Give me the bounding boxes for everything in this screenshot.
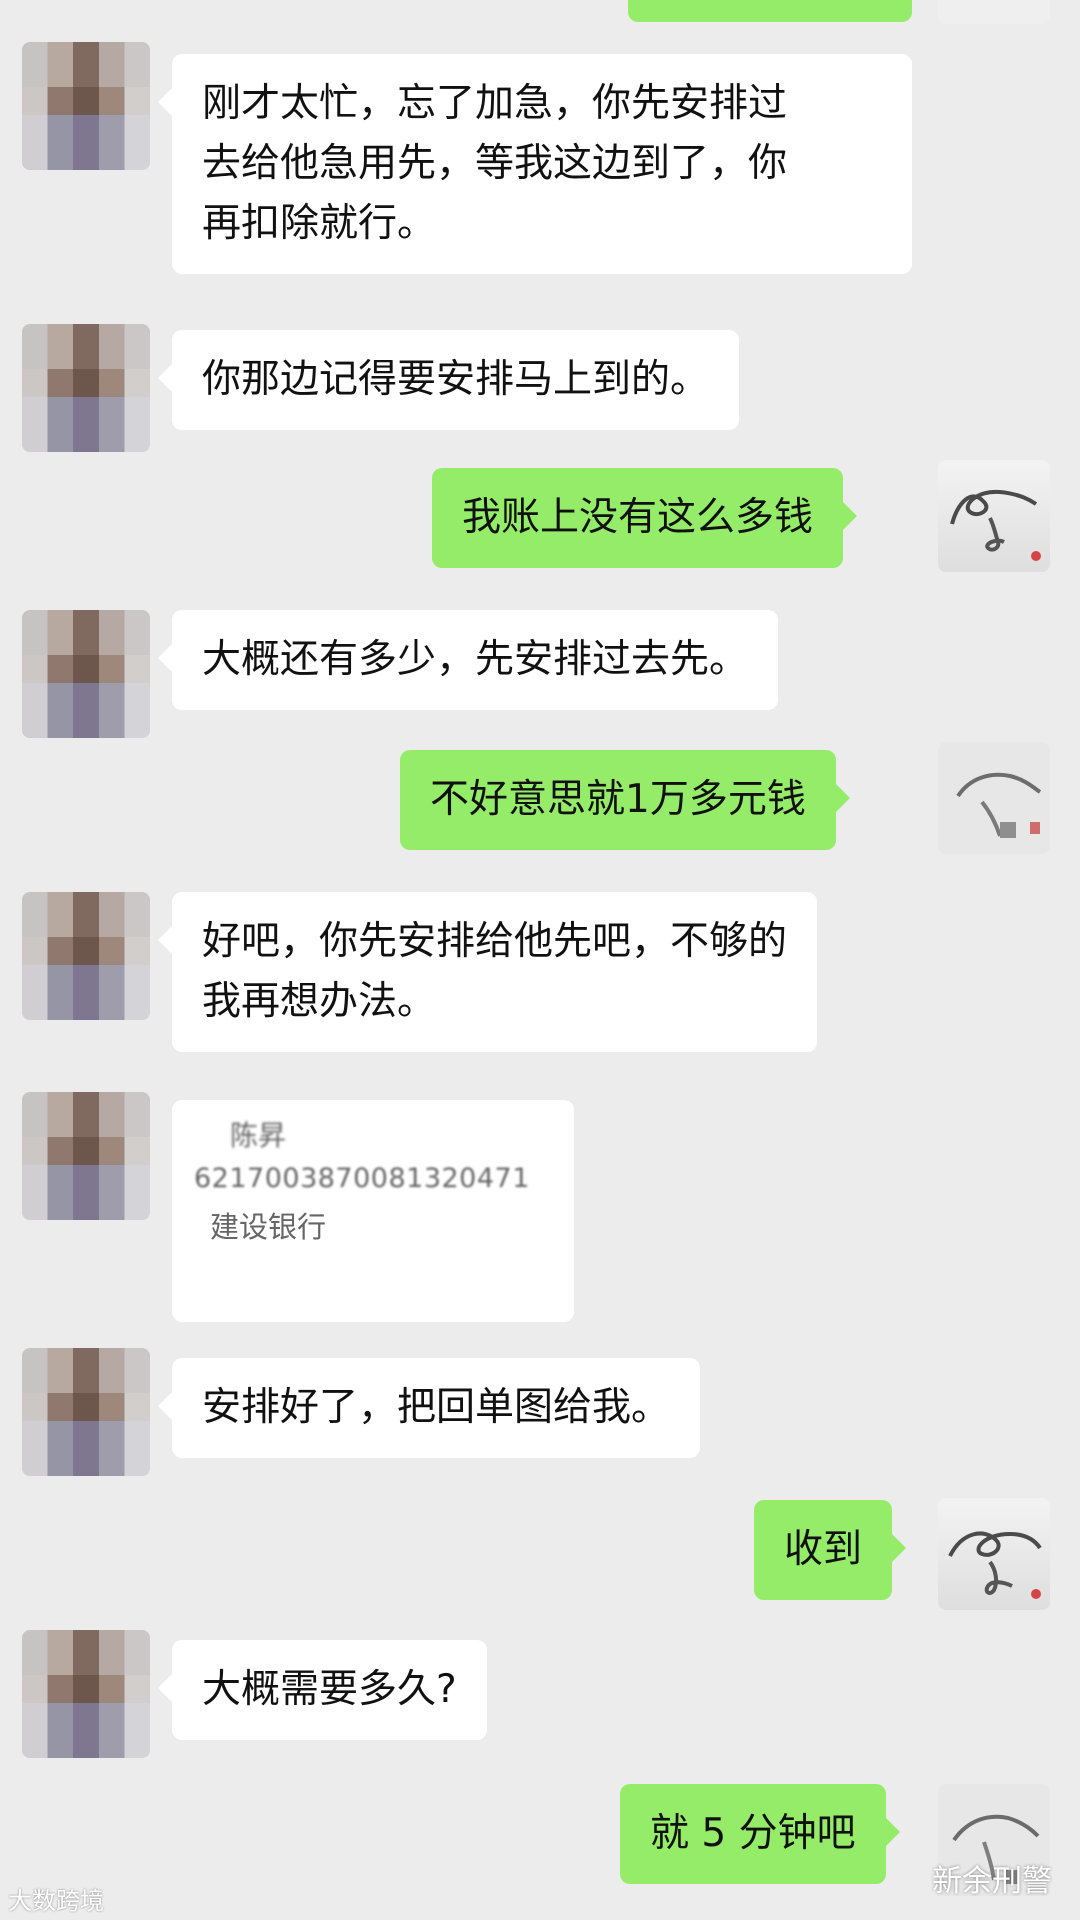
bank-card-message[interactable]: 陈昇 6217003870081320471 建设银行: [172, 1100, 574, 1322]
previous-message-bubble-fragment: [628, 0, 912, 22]
message-bubble-outgoing[interactable]: 不好意思就1万多元钱: [400, 750, 850, 850]
message-bubble-incoming[interactable]: 安排好了，把回单图给我。: [157, 1358, 701, 1458]
contact-avatar[interactable]: [22, 892, 150, 1020]
message-bubble-incoming[interactable]: 你那边记得要安排马上到的。: [157, 330, 740, 430]
contact-avatar[interactable]: [22, 42, 150, 170]
watermark-left: 大数跨境: [8, 1887, 104, 1915]
message-bubble-incoming[interactable]: 大概还有多少，先安排过去先。: [157, 610, 779, 710]
message-bubble-incoming[interactable]: 好吧，你先安排给他先吧，不够的 我再想办法。: [157, 892, 818, 1052]
contact-avatar[interactable]: [22, 610, 150, 738]
chat-screen: 刚才太忙，忘了加急，你先安排过 去给他急用先，等我这边到了，你 再扣除就行。 你…: [0, 0, 1080, 1920]
user-avatar[interactable]: [938, 742, 1050, 854]
signature-icon: [950, 489, 1041, 561]
message-bubble-incoming[interactable]: 刚才太忙，忘了加急，你先安排过 去给他急用先，等我这边到了，你 再扣除就行。: [158, 54, 912, 274]
signature-icon: [948, 1531, 1042, 1599]
contact-avatar[interactable]: [22, 1348, 150, 1476]
card-holder-name: 陈昇: [230, 1119, 287, 1152]
signature-icon: [938, 742, 1050, 854]
contact-avatar[interactable]: [22, 1092, 150, 1220]
message-bubble-outgoing[interactable]: 我账上没有这么多钱: [432, 468, 858, 568]
card-bank-name: 建设银行: [210, 1210, 327, 1244]
previous-avatar-fragment: [938, 0, 1050, 24]
message-bubble-incoming[interactable]: 大概需要多久?: [158, 1640, 487, 1740]
card-account-number: 6217003870081320471: [194, 1163, 530, 1194]
contact-avatar[interactable]: [22, 324, 150, 452]
user-avatar[interactable]: [938, 1498, 1050, 1610]
user-avatar[interactable]: [938, 460, 1050, 572]
watermark-right: 新余刑警: [932, 1864, 1052, 1899]
message-bubble-outgoing[interactable]: 就 5 分钟吧: [620, 1784, 900, 1884]
contact-avatar[interactable]: [22, 1630, 150, 1758]
message-bubble-outgoing[interactable]: 收到: [754, 1500, 907, 1600]
